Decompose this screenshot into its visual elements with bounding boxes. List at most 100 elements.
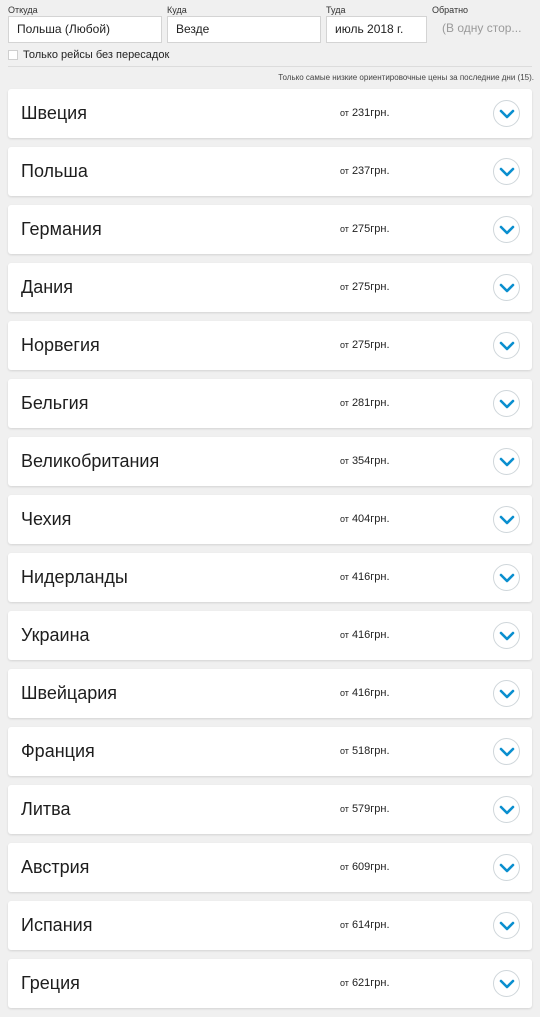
expand-button[interactable] <box>493 506 520 533</box>
chevron-down-icon <box>499 399 514 408</box>
price-amount: 275грн. <box>351 281 390 293</box>
return-label: Обратно <box>432 5 469 15</box>
chevron-down-icon <box>499 573 514 582</box>
price-prefix: от <box>340 978 349 988</box>
from-label: Откуда <box>8 5 38 15</box>
expand-button[interactable] <box>493 854 520 881</box>
expand-button[interactable] <box>493 970 520 997</box>
expand-button[interactable] <box>493 738 520 765</box>
result-card[interactable]: Греция от 621грн. <box>8 959 532 1008</box>
result-card[interactable]: Франция от 518грн. <box>8 727 532 776</box>
price-prefix: от <box>340 746 349 756</box>
country-name: Польша <box>21 161 88 181</box>
chevron-down-icon <box>499 167 514 176</box>
price-amount: 614грн. <box>351 919 390 931</box>
country-name: Нидерланды <box>21 567 128 587</box>
chevron-down-icon <box>499 341 514 350</box>
price-prefix: от <box>340 862 349 872</box>
chevron-down-icon <box>499 979 514 988</box>
country-name: Чехия <box>21 509 72 529</box>
expand-button[interactable] <box>493 796 520 823</box>
price-amount: 416грн. <box>351 629 390 641</box>
expand-button[interactable] <box>493 216 520 243</box>
result-card[interactable]: Чехия от 404грн. <box>8 495 532 544</box>
divider <box>8 66 532 67</box>
direct-only-option[interactable]: Только рейсы без пересадок <box>8 48 169 62</box>
result-card[interactable]: Литва от 579грн. <box>8 785 532 834</box>
price-prefix: от <box>340 572 349 582</box>
country-name: Франция <box>21 741 95 761</box>
expand-button[interactable] <box>493 622 520 649</box>
return-date-input[interactable]: (В одну стор... <box>432 16 532 43</box>
price-prefix: от <box>340 688 349 698</box>
price: от 275грн. <box>340 321 390 370</box>
depart-label: Туда <box>326 5 346 15</box>
country-name: Литва <box>21 799 71 819</box>
price-amount: 609грн. <box>351 861 390 873</box>
country-name: Норвегия <box>21 335 100 355</box>
direct-only-checkbox[interactable] <box>8 50 18 60</box>
country-name: Дания <box>21 277 73 297</box>
country-name: Греция <box>21 973 80 993</box>
result-card[interactable]: Дания от 275грн. <box>8 263 532 312</box>
price-amount: 416грн. <box>351 687 390 699</box>
expand-button[interactable] <box>493 390 520 417</box>
return-field-group: Обратно (В одну стор... <box>432 4 532 43</box>
price: от 416грн. <box>340 553 390 602</box>
price: от 416грн. <box>340 611 390 660</box>
country-name: Германия <box>21 219 102 239</box>
to-input[interactable]: Везде <box>167 16 321 43</box>
expand-button[interactable] <box>493 332 520 359</box>
price: от 275грн. <box>340 205 390 254</box>
result-card[interactable]: Швейцария от 416грн. <box>8 669 532 718</box>
price-amount: 231грн. <box>351 107 390 119</box>
price: от 237грн. <box>340 147 390 196</box>
result-card[interactable]: Испания от 614грн. <box>8 901 532 950</box>
price-prefix: от <box>340 108 349 118</box>
to-field-group: Куда Везде <box>167 4 321 43</box>
chevron-down-icon <box>499 689 514 698</box>
expand-button[interactable] <box>493 680 520 707</box>
price: от 281грн. <box>340 379 390 428</box>
price: от 579грн. <box>340 785 390 834</box>
result-card[interactable]: Австрия от 609грн. <box>8 843 532 892</box>
result-card[interactable]: Бельгия от 281грн. <box>8 379 532 428</box>
chevron-down-icon <box>499 863 514 872</box>
country-name: Швеция <box>21 103 87 123</box>
result-card[interactable]: Норвегия от 275грн. <box>8 321 532 370</box>
chevron-down-icon <box>499 225 514 234</box>
price-prefix: от <box>340 282 349 292</box>
expand-button[interactable] <box>493 100 520 127</box>
price-prefix: от <box>340 804 349 814</box>
price-prefix: от <box>340 166 349 176</box>
result-card[interactable]: Украина от 416грн. <box>8 611 532 660</box>
from-input[interactable]: Польша (Любой) <box>8 16 162 43</box>
price-amount: 237грн. <box>351 165 390 177</box>
expand-button[interactable] <box>493 274 520 301</box>
result-card[interactable]: Германия от 275грн. <box>8 205 532 254</box>
price-prefix: от <box>340 630 349 640</box>
result-card[interactable]: Великобритания от 354грн. <box>8 437 532 486</box>
expand-button[interactable] <box>493 448 520 475</box>
price: от 621грн. <box>340 959 390 1008</box>
expand-button[interactable] <box>493 564 520 591</box>
price-amount: 275грн. <box>351 223 390 235</box>
expand-button[interactable] <box>493 912 520 939</box>
chevron-down-icon <box>499 283 514 292</box>
chevron-down-icon <box>499 109 514 118</box>
result-card[interactable]: Польша от 237грн. <box>8 147 532 196</box>
price-prefix: от <box>340 920 349 930</box>
to-label: Куда <box>167 5 187 15</box>
depart-date-input[interactable]: июль 2018 г. <box>326 16 427 43</box>
expand-button[interactable] <box>493 158 520 185</box>
price-prefix: от <box>340 456 349 466</box>
country-name: Испания <box>21 915 93 935</box>
price-notice: Только самые низкие ориентировочные цены… <box>278 73 534 82</box>
chevron-down-icon <box>499 805 514 814</box>
price-prefix: от <box>340 514 349 524</box>
chevron-down-icon <box>499 921 514 930</box>
price-amount: 404грн. <box>351 513 390 525</box>
chevron-down-icon <box>499 631 514 640</box>
result-card[interactable]: Швеция от 231грн. <box>8 89 532 138</box>
result-card[interactable]: Нидерланды от 416грн. <box>8 553 532 602</box>
